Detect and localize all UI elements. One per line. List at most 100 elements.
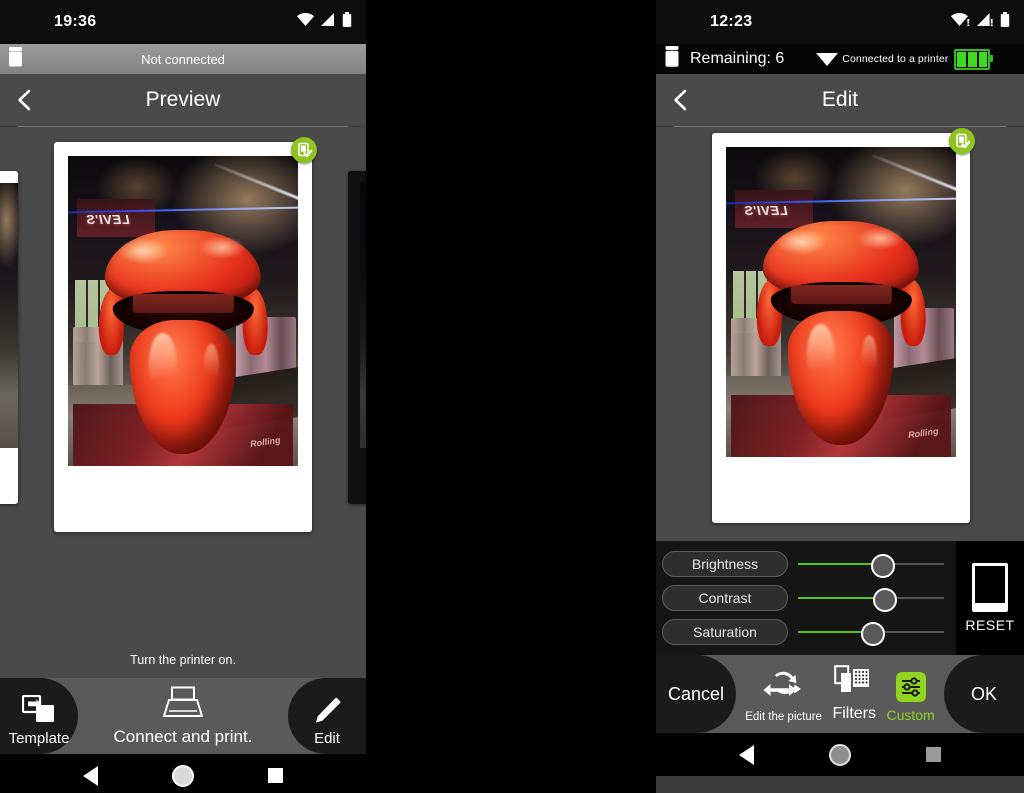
slider-row-contrast: Contrast [662, 585, 948, 612]
printer-status-text: Not connected [141, 51, 225, 67]
brightness-slider[interactable] [798, 554, 944, 578]
android-nav-bar [0, 754, 366, 793]
tongue [129, 319, 237, 454]
brightness-label: Brightness [662, 551, 788, 577]
page-title: Preview [145, 88, 221, 111]
photo-scene: LEVI'S Rolling [726, 147, 956, 457]
android-status-bar: 12:23 [656, 0, 1024, 44]
edit-button[interactable]: Edit [288, 678, 366, 754]
template-button-label: Template [8, 730, 70, 747]
carousel-next-card[interactable] [348, 171, 366, 504]
carousel-next-photo [360, 183, 366, 448]
page-title: Edit [821, 88, 859, 111]
adjustment-panel: Brightness Contrast Saturation RESET [656, 541, 1024, 655]
pencil-icon [311, 695, 343, 730]
ink-cartridge-icon [8, 46, 23, 72]
wifi-icon [297, 13, 314, 31]
preview-photo: LEVI'S Rolling [68, 156, 298, 466]
polaroid-frame-icon [972, 563, 1008, 612]
edit-toolbar: Cancel Edit the picture Filters Custom O… [656, 655, 1024, 733]
contrast-label: Contrast [662, 585, 788, 611]
edit-the-picture-label: Edit the picture [745, 711, 822, 723]
store-sign-text: LEVI'S [86, 211, 131, 227]
nav-recents-icon[interactable] [268, 768, 283, 783]
custom-button[interactable]: Custom [886, 665, 935, 723]
ok-button[interactable]: OK [944, 655, 1024, 733]
slider-row-saturation: Saturation [662, 619, 948, 646]
carousel-prev-photo [0, 183, 18, 448]
slider-thumb[interactable] [871, 554, 896, 578]
connect-and-print-button[interactable]: Connect and print. [78, 678, 288, 754]
nav-back-icon[interactable] [83, 765, 98, 786]
nav-back-icon[interactable] [739, 744, 755, 765]
teeth [132, 294, 234, 313]
lip-corner-right [900, 279, 926, 347]
remaining-prints-text: Remaining: 6 [690, 50, 785, 67]
edit-photo: LEVI'S Rolling [726, 147, 956, 457]
neon-strip-2 [871, 153, 956, 193]
neon-strip-2 [213, 162, 298, 202]
reset-button-label: RESET [965, 617, 1015, 633]
ink-cartridge-icon [664, 46, 680, 72]
flip-rotate-icon [762, 671, 806, 706]
signal-icon [321, 13, 335, 31]
edit-preview-area: LEVI'S Rolling [656, 127, 1024, 541]
lips-sculpture [756, 221, 926, 445]
printer-status-bar[interactable]: Not connected [0, 44, 366, 74]
tongue [787, 310, 895, 445]
edit-the-picture-button[interactable]: Edit the picture [745, 665, 822, 723]
back-chevron-icon[interactable] [668, 87, 694, 113]
connect-and-print-label: Connect and print. [113, 726, 253, 746]
printable-check-badge-icon[interactable] [291, 137, 317, 163]
android-status-bar: 19:36 [0, 0, 366, 44]
saturation-slider[interactable] [798, 622, 944, 646]
teeth [790, 285, 892, 304]
preview-toolbar: Template Connect and print. Edit [0, 678, 366, 754]
nav-home-icon[interactable] [172, 764, 194, 787]
slider-thumb[interactable] [872, 588, 897, 612]
back-chevron-icon[interactable] [12, 87, 38, 113]
preview-screen-panel: 19:36 Not connected Preview LEVI'S Rolli… [0, 0, 366, 793]
printer-icon [159, 686, 207, 725]
edit-button-label: Edit [314, 730, 340, 747]
status-icons [297, 12, 352, 32]
slider-row-brightness: Brightness [662, 551, 948, 578]
printable-check-badge-icon[interactable] [949, 128, 975, 154]
app-title-bar: Preview [0, 74, 366, 126]
edit-mode-buttons: Edit the picture Filters Custom [736, 655, 944, 733]
lip-corner-right [242, 288, 268, 356]
template-button[interactable]: Template [0, 678, 78, 754]
filters-button[interactable]: Filters [832, 665, 876, 723]
edit-photo-card[interactable]: LEVI'S Rolling [712, 128, 975, 523]
carousel-prev-card[interactable] [0, 171, 18, 504]
slider-thumb[interactable] [861, 622, 885, 646]
nav-home-icon[interactable] [828, 743, 851, 766]
photo-scene [360, 183, 366, 448]
sliders-icon [895, 672, 926, 702]
contrast-slider[interactable] [798, 588, 944, 612]
printer-battery-icon [954, 48, 994, 70]
nav-recents-icon[interactable] [925, 747, 941, 762]
battery-icon [342, 12, 352, 32]
photo-scene: LEVI'S Rolling [68, 156, 298, 466]
cancel-button[interactable]: Cancel [656, 655, 736, 733]
status-clock: 19:36 [54, 13, 97, 30]
triangle-down-icon[interactable] [816, 52, 839, 66]
edit-screen-panel: 12:23 Remaining: 6 Connected to a printe… [656, 0, 1024, 793]
custom-button-label: Custom [886, 707, 935, 723]
filters-icon [834, 665, 874, 700]
reset-button[interactable]: RESET [956, 541, 1024, 655]
template-swap-icon [21, 694, 56, 730]
saturation-label: Saturation [662, 619, 788, 645]
preview-carousel[interactable]: LEVI'S Rolling Turn the printer on. [0, 127, 366, 678]
status-clock: 12:23 [710, 13, 753, 30]
battery-icon [1000, 12, 1010, 32]
signal-alert-icon [977, 13, 993, 31]
printer-status-bar[interactable]: Remaining: 6 Connected to a printer [656, 44, 1024, 74]
android-nav-bar [656, 733, 1024, 776]
preview-photo-card[interactable]: LEVI'S Rolling [54, 137, 317, 532]
ok-button-label: OK [970, 683, 997, 704]
cancel-button-label: Cancel [667, 683, 725, 704]
screenshot-stage: 19:36 Not connected Preview LEVI'S Rolli… [0, 0, 1024, 793]
slider-fill [798, 597, 883, 599]
